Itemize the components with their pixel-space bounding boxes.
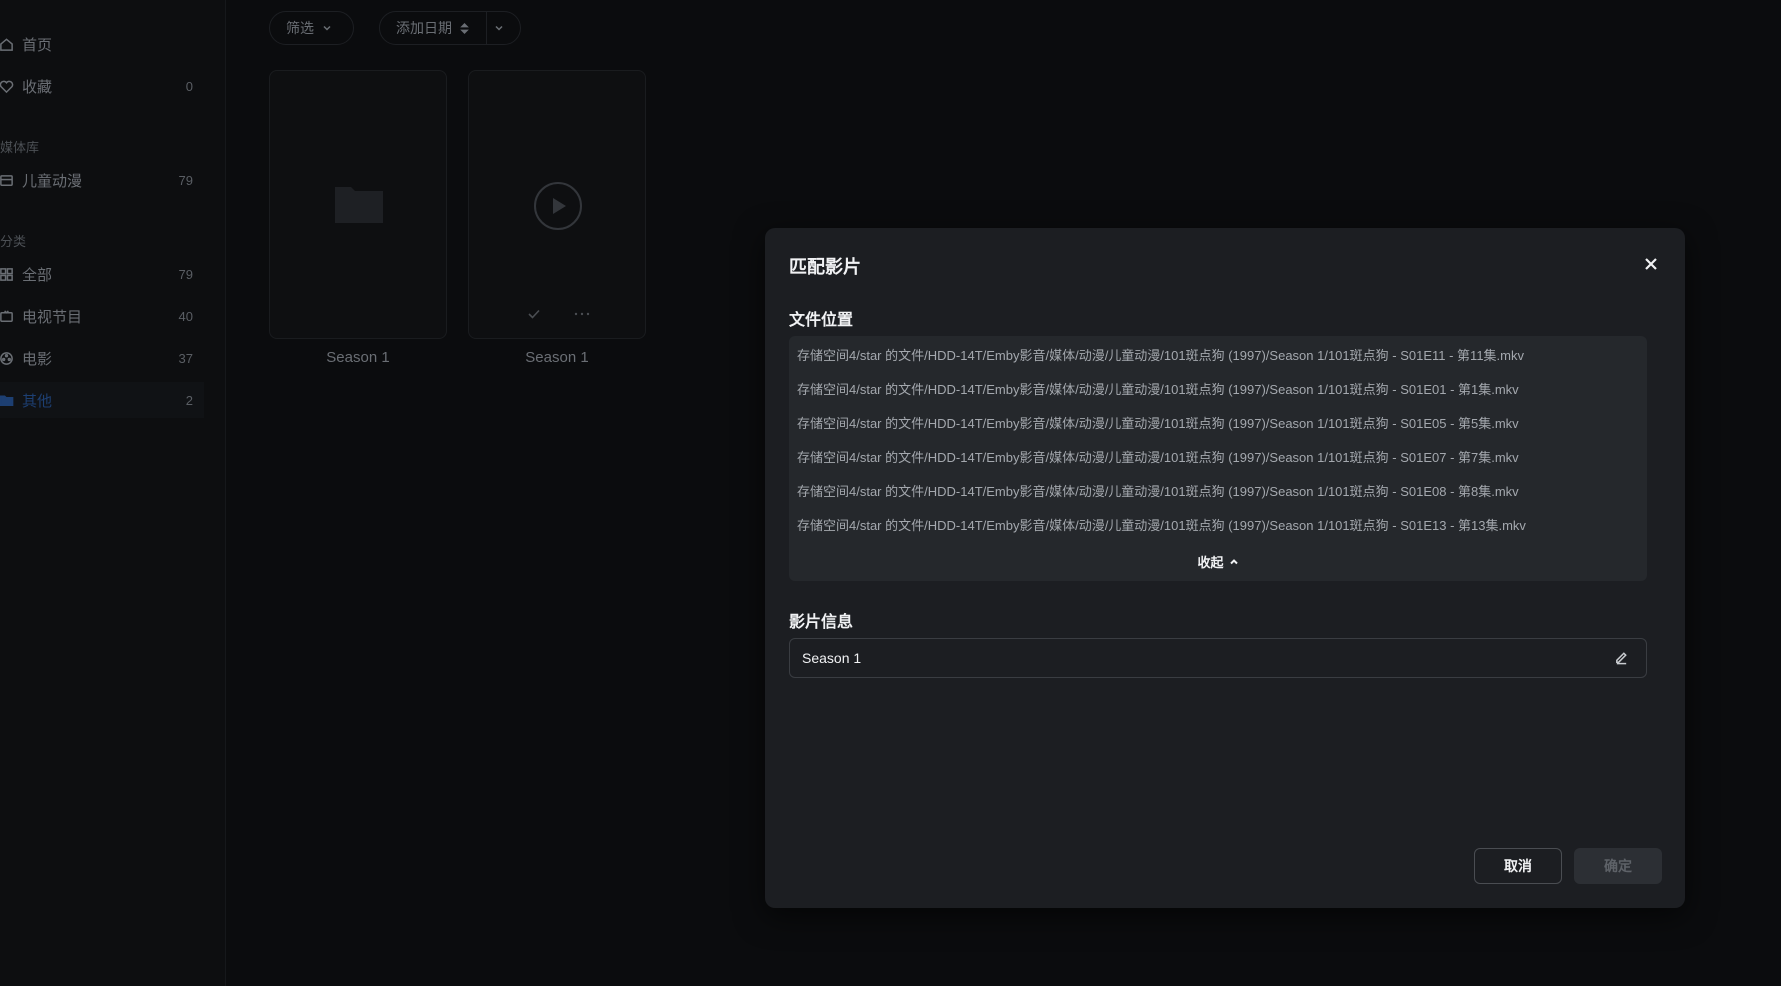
tv-icon [0,308,14,324]
sort-label: 添加日期 [396,20,452,36]
sidebar-item-label: 儿童动漫 [22,172,83,190]
chevron-up-icon [1229,558,1238,564]
sidebar-item-label: 全部 [22,266,53,284]
close-button[interactable] [1641,254,1661,274]
sidebar-item-label: 电视节目 [22,308,83,326]
chevron-down-icon [322,23,332,33]
edit-icon[interactable] [1614,650,1630,666]
sort-divider [486,12,487,44]
sidebar-item-label: 收藏 [22,78,53,96]
sidebar-item-count: 79 [178,266,193,282]
sidebar-item-other[interactable]: 其他 2 [0,382,204,418]
heart-icon [0,78,14,94]
close-icon [1645,258,1657,270]
media-card-video[interactable] [468,70,646,339]
collapse-button[interactable]: 收起 [789,552,1647,571]
sidebar-item-movies[interactable]: 电影 37 [0,340,204,376]
folder-icon [333,181,385,230]
file-path: 存储空间4/star 的文件/HDD-14T/Emby影音/媒体/动漫/儿童动漫… [797,415,1519,431]
more-options-icon[interactable] [573,307,591,326]
sort-field-button[interactable]: 添加日期 [396,12,469,44]
sidebar-item-home[interactable]: 首页 [0,26,204,62]
play-icon[interactable] [533,181,583,236]
sidebar-item-label: 其他 [22,392,53,410]
file-list: 存储空间4/star 的文件/HDD-14T/Emby影音/媒体/动漫/儿童动漫… [789,336,1647,581]
media-card-folder[interactable] [269,70,447,339]
media-card-title[interactable]: Season 1 [468,349,646,366]
media-info-title: 影片信息 [789,614,854,631]
sidebar-item-count: 79 [178,172,193,188]
sort-order-icon [460,22,469,35]
sidebar-item-tv-shows[interactable]: 电视节目 40 [0,298,204,334]
file-path: 存储空间4/star 的文件/HDD-14T/Emby影音/媒体/动漫/儿童动漫… [797,347,1524,363]
file-path: 存储空间4/star 的文件/HDD-14T/Emby影音/媒体/动漫/儿童动漫… [797,449,1519,465]
file-location-title: 文件位置 [789,312,854,329]
cancel-button[interactable]: 取消 [1474,848,1562,884]
file-path: 存储空间4/star 的文件/HDD-14T/Emby影音/媒体/动漫/儿童动漫… [797,483,1519,499]
category-section-title: 分类 [0,234,27,249]
sidebar-item-library-kids-anime[interactable]: 儿童动漫 79 [0,162,204,198]
film-reel-icon [0,350,14,366]
home-icon [0,36,14,52]
dialog-title: 匹配影片 [789,257,861,277]
media-info-field[interactable]: Season 1 [789,638,1647,678]
file-path: 存储空间4/star 的文件/HDD-14T/Emby影音/媒体/动漫/儿童动漫… [797,517,1526,533]
folder-icon [0,392,14,408]
sidebar-item-favorites[interactable]: 收藏 0 [0,68,204,104]
sidebar-item-all[interactable]: 全部 79 [0,256,204,292]
media-info-value: Season 1 [802,650,862,666]
sidebar: 首页 收藏 0 媒体库 儿童动漫 79 分类 全部 79 电视节目 40 电影 [0,0,226,986]
sidebar-item-label: 电影 [22,350,53,368]
sidebar-item-count: 2 [185,392,193,408]
confirm-button[interactable]: 确定 [1574,848,1662,884]
sort-menu-chevron-icon[interactable] [494,23,504,33]
collapse-label: 收起 [1197,555,1224,570]
match-media-dialog: 匹配影片 文件位置 存储空间4/star 的文件/HDD-14T/Emby影音/… [765,228,1685,908]
sidebar-item-count: 0 [185,78,193,94]
sidebar-item-count: 40 [178,308,193,324]
sidebar-item-count: 37 [178,350,193,366]
library-icon [0,172,14,188]
library-section-title: 媒体库 [0,140,40,155]
grid-icon [0,266,14,282]
file-path: 存储空间4/star 的文件/HDD-14T/Emby影音/媒体/动漫/儿童动漫… [797,381,1519,397]
sidebar-item-label: 首页 [22,36,53,54]
filter-button[interactable]: 筛选 [269,11,354,45]
sort-control: 添加日期 [379,11,521,45]
media-card-title[interactable]: Season 1 [269,349,447,366]
check-icon[interactable] [527,307,541,326]
filter-label: 筛选 [286,20,314,36]
